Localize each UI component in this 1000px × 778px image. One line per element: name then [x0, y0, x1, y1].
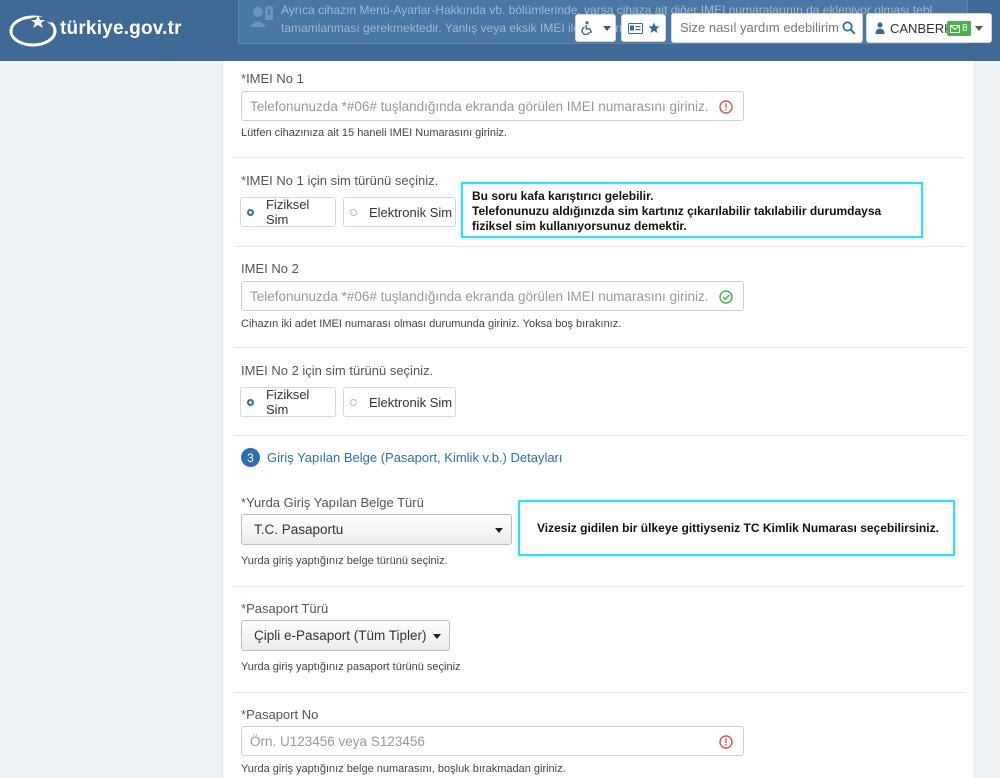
- divider: [234, 157, 965, 158]
- radio-selected-icon: [247, 398, 254, 406]
- doc-type-value: T.C. Pasaportu: [254, 522, 344, 537]
- caret-down-icon: [495, 528, 503, 533]
- imei2-input[interactable]: Telefonunuzda *#06# tuşlandığında ekrand…: [241, 281, 744, 311]
- sim1-label-text: IMEI No 1 için sim türünü seçiniz.: [246, 173, 439, 188]
- section-3-header: 3 Giriş Yapılan Belge (Pasaport, Kimlik …: [241, 448, 563, 467]
- chevron-down-icon: [975, 26, 983, 31]
- divider: [234, 246, 965, 247]
- passport-type-label: *Pasaport Türü: [241, 601, 328, 616]
- passport-type-value: Çipli e-Pasaport (Tüm Tipler): [254, 628, 427, 643]
- sim2-label: IMEI No 2 için sim türünü seçiniz.: [241, 363, 434, 378]
- imei2-help: Cihazın iki adet IMEI numarası olması du…: [241, 318, 622, 330]
- imei1-help: Lütfen cihazınıza ait 15 haneli IMEI Num…: [241, 127, 507, 139]
- passport-no-help: Yurda giriş yaptığınız belge numarasını,…: [241, 763, 566, 775]
- annotation-line: Bu soru kafa karıştırıcı gelebilir.: [472, 189, 654, 203]
- passport-no-label-text: Pasaport No: [246, 707, 319, 722]
- radio-label: Fiziksel Sim: [265, 197, 310, 227]
- annotation-line: fiziksel sim kullanıyorsunuz demektir.: [472, 219, 687, 233]
- radio-unselected-icon: [350, 398, 357, 406]
- user-info-icon: [250, 6, 273, 27]
- section-number-badge: 3: [241, 448, 260, 467]
- imei1-label: *IMEI No 1: [241, 71, 304, 86]
- sim1-electronic-radio[interactable]: Elektronik Sim: [343, 197, 456, 227]
- passport-no-label: *Pasaport No: [241, 707, 318, 722]
- logo-emblem-icon: [9, 15, 57, 47]
- imei2-label: IMEI No 2: [241, 261, 299, 276]
- annotation-line: Vizesiz gidilen bir ülkeye gittiyseniz T…: [537, 521, 939, 535]
- passport-no-placeholder: Örn. U123456 veya S123456: [250, 734, 425, 749]
- sim1-physical-radio[interactable]: Fiziksel Sim: [240, 197, 336, 227]
- error-icon: [719, 735, 733, 749]
- user-menu-button[interactable]: CANBERK 8: [866, 13, 992, 43]
- radio-unselected-icon: [350, 208, 357, 216]
- doc-type-help: Yurda giriş yaptığınız belge türünü seçi…: [241, 555, 448, 567]
- sim2-electronic-radio[interactable]: Elektronik Sim: [343, 387, 456, 417]
- accessibility-button[interactable]: [575, 14, 616, 42]
- passport-type-help: Yurda giriş yaptığınız pasaport türünü s…: [241, 661, 461, 673]
- user-icon: [875, 22, 885, 34]
- search-icon[interactable]: [842, 21, 856, 35]
- user-name: CANBERK: [890, 21, 953, 36]
- radio-label: Elektronik Sim: [369, 394, 453, 410]
- imei1-label-text: IMEI No 1: [246, 71, 304, 86]
- wheelchair-icon: [580, 21, 592, 35]
- annotation-line: Telefonunuzu aldığınızda sim kartınız çı…: [472, 204, 882, 218]
- sim1-label: *IMEI No 1 için sim türünü seçiniz.: [241, 173, 438, 188]
- divider: [234, 692, 965, 693]
- sim-annotation-callout: Bu soru kafa karıştırıcı gelebilir. Tele…: [461, 182, 923, 238]
- doc-type-select[interactable]: T.C. Pasaportu: [241, 514, 512, 545]
- imei1-input[interactable]: Telefonunuzda *#06# tuşlandığında ekrand…: [241, 91, 744, 121]
- divider: [234, 586, 965, 587]
- imei1-placeholder: Telefonunuzda *#06# tuşlandığında ekrand…: [250, 99, 709, 114]
- chevron-down-icon: [602, 25, 611, 31]
- passport-no-input[interactable]: Örn. U123456 veya S123456: [241, 726, 744, 756]
- top-header: türkiye.gov.tr Ayrıca cihazın Menü-Ayarl…: [0, 0, 1000, 61]
- doc-type-label: *Yurda Giriş Yapılan Belge Türü: [241, 495, 424, 510]
- mail-badge[interactable]: 8: [947, 21, 971, 36]
- site-logo[interactable]: türkiye.gov.tr: [8, 9, 182, 49]
- search-input[interactable]: [680, 20, 840, 35]
- sim2-physical-radio[interactable]: Fiziksel Sim: [240, 387, 336, 417]
- envelope-icon: [950, 24, 960, 33]
- logo-text: türkiye.gov.tr: [60, 18, 182, 39]
- search-box[interactable]: [671, 13, 863, 43]
- caret-down-icon: [433, 634, 441, 639]
- id-card-icon: [627, 22, 643, 34]
- imei2-placeholder: Telefonunuzda *#06# tuşlandığında ekrand…: [250, 289, 709, 304]
- section-title: Giriş Yapılan Belge (Pasaport, Kimlik v.…: [267, 450, 563, 465]
- edevlet-card-button[interactable]: [621, 14, 666, 42]
- error-icon: [719, 100, 733, 114]
- doc-annotation-callout: Vizesiz gidilen bir ülkeye gittiyseniz T…: [518, 500, 955, 556]
- radio-label: Fiziksel Sim: [265, 387, 310, 417]
- passport-type-label-text: Pasaport Türü: [246, 601, 329, 616]
- radio-label: Elektronik Sim: [369, 204, 453, 220]
- doc-type-label-text: Yurda Giriş Yapılan Belge Türü: [246, 495, 424, 510]
- check-circle-icon: [719, 290, 733, 304]
- passport-type-select[interactable]: Çipli e-Pasaport (Tüm Tipler): [241, 620, 450, 651]
- divider: [234, 347, 965, 348]
- mail-count: 8: [962, 23, 968, 34]
- radio-selected-icon: [247, 208, 254, 216]
- star-icon: [648, 22, 659, 33]
- divider: [234, 435, 965, 436]
